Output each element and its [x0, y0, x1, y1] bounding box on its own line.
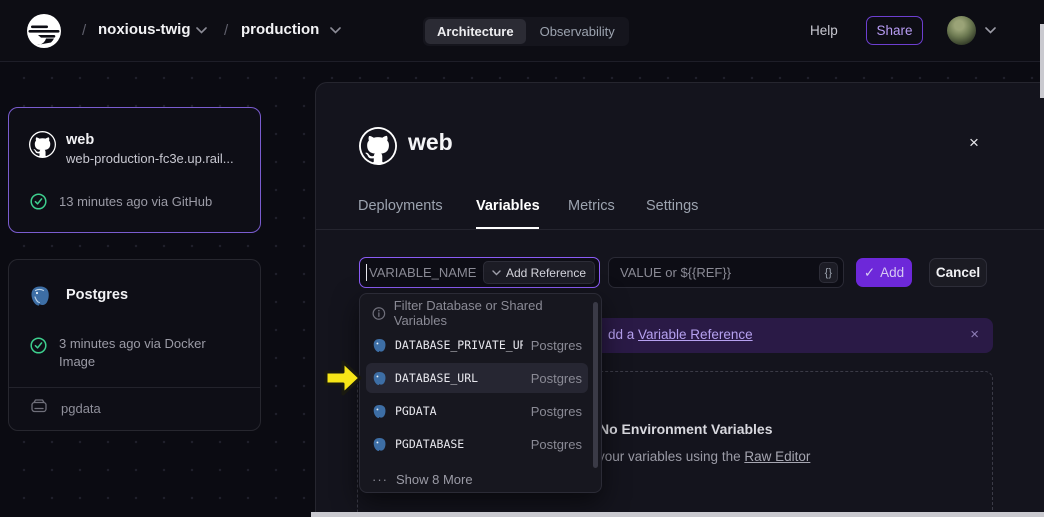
tab-settings[interactable]: Settings [646, 198, 698, 214]
empty-state-text: your variables using the [598, 449, 744, 464]
add-reference-label: Add Reference [506, 266, 586, 280]
braces-editor-button[interactable]: {} [819, 262, 838, 283]
railway-logo-icon[interactable] [26, 13, 62, 49]
tab-metrics[interactable]: Metrics [568, 198, 615, 214]
variable-reference-dropdown: Filter Database or Shared Variables DATA… [359, 293, 602, 493]
environment-chevron-down-icon[interactable] [330, 27, 341, 34]
service-detail-panel: web × Deployments Variables Metrics Sett… [315, 82, 1044, 517]
horizontal-scrollbar[interactable] [311, 512, 1044, 517]
github-icon [29, 131, 56, 158]
add-button-label: Add [880, 265, 904, 280]
tab-variables[interactable]: Variables [476, 198, 540, 214]
tab-deployments[interactable]: Deployments [358, 198, 443, 214]
help-link[interactable]: Help [810, 23, 838, 38]
panel-title: web [408, 129, 453, 156]
cancel-button[interactable]: Cancel [929, 258, 987, 287]
show-more-item[interactable]: ··· Show 8 More [366, 464, 588, 494]
service-domain[interactable]: web-production-fc3e.up.rail... [66, 151, 234, 166]
account-chevron-down-icon[interactable] [985, 27, 996, 34]
tab-architecture[interactable]: Architecture [425, 19, 526, 44]
variable-name: DATABASE_PRIVATE_URL [395, 338, 523, 352]
variable-value-placeholder: VALUE or ${{REF}} [620, 265, 731, 280]
variable-source: Postgres [531, 437, 582, 452]
panel-close-icon[interactable]: × [969, 133, 979, 153]
dropdown-scrollbar[interactable] [593, 302, 598, 468]
variable-source: Postgres [531, 404, 582, 419]
highlight-arrow-cursor [322, 357, 364, 399]
github-icon [359, 127, 397, 165]
deploy-status: 13 minutes ago via GitHub [59, 193, 212, 211]
tab-observability[interactable]: Observability [528, 19, 627, 44]
postgres-icon [372, 437, 387, 452]
service-name: web [66, 132, 94, 148]
check-icon: ✓ [864, 265, 875, 281]
service-card-web[interactable]: web web-production-fc3e.up.rail... 13 mi… [8, 107, 261, 233]
service-card-postgres[interactable]: Postgres 3 minutes ago via Docker Image … [8, 259, 261, 431]
top-bar: / noxious-twig / production Architecture… [0, 0, 1044, 62]
service-name: Postgres [66, 287, 128, 303]
variable-reference-link[interactable]: Variable Reference [638, 327, 753, 342]
dropdown-item-pgdata[interactable]: PGDATA Postgres [366, 396, 588, 426]
breadcrumb-project[interactable]: noxious-twig [98, 21, 191, 38]
info-icon [372, 306, 386, 321]
text-cursor [366, 264, 367, 281]
variable-name: DATABASE_URL [395, 371, 523, 385]
postgres-icon [372, 371, 387, 386]
dropdown-filter-placeholder: Filter Database or Shared Variables [394, 298, 582, 328]
breadcrumb-environment[interactable]: production [241, 21, 319, 38]
active-tab-underline [476, 227, 539, 229]
variable-value-input[interactable]: VALUE or ${{REF}} {} [608, 257, 844, 288]
variable-name: PGDATABASE [395, 437, 523, 451]
deploy-status: 3 minutes ago via Docker Image [59, 335, 219, 371]
vertical-scrollbar[interactable] [1040, 24, 1044, 98]
variable-source: Postgres [531, 371, 582, 386]
variable-name-input[interactable]: VARIABLE_NAME Add Reference [359, 257, 600, 288]
view-switcher: Architecture Observability [423, 17, 629, 46]
banner-close-icon[interactable]: × [970, 326, 979, 343]
add-reference-button[interactable]: Add Reference [483, 261, 595, 284]
dropdown-filter-input[interactable]: Filter Database or Shared Variables [366, 300, 588, 326]
volume-icon [31, 399, 47, 413]
postgres-icon [29, 285, 51, 307]
deploy-success-check-icon [30, 337, 47, 354]
raw-editor-link[interactable]: Raw Editor [744, 449, 810, 464]
tabs-divider [316, 229, 1044, 230]
braces-icon: {} [825, 267, 832, 279]
dropdown-item-pgdatabase[interactable]: PGDATABASE Postgres [366, 429, 588, 459]
chevron-down-icon [492, 270, 501, 276]
dropdown-item-database-url[interactable]: DATABASE_URL Postgres [366, 363, 588, 393]
user-avatar[interactable] [947, 16, 976, 45]
dropdown-item-database-private-url[interactable]: DATABASE_PRIVATE_URL Postgres [366, 330, 588, 360]
share-button[interactable]: Share [866, 16, 923, 45]
add-variable-button[interactable]: ✓ Add [856, 258, 912, 287]
postgres-icon [372, 338, 387, 353]
variable-source: Postgres [531, 338, 582, 353]
breadcrumb-separator: / [82, 22, 86, 39]
card-divider [9, 387, 260, 388]
show-more-label: Show 8 More [396, 472, 473, 487]
variable-name-placeholder: VARIABLE_NAME [369, 265, 476, 280]
postgres-icon [372, 404, 387, 419]
breadcrumb-separator: / [224, 22, 228, 39]
volume-name[interactable]: pgdata [61, 401, 101, 416]
banner-text: dd a [608, 327, 638, 342]
railway-project-canvas: / noxious-twig / production Architecture… [0, 0, 1044, 517]
variable-name: PGDATA [395, 404, 523, 418]
deploy-success-check-icon [30, 193, 47, 210]
empty-state-title: No Environment Variables [599, 421, 773, 437]
ellipsis-icon: ··· [372, 472, 388, 487]
project-chevron-down-icon[interactable] [196, 27, 207, 34]
